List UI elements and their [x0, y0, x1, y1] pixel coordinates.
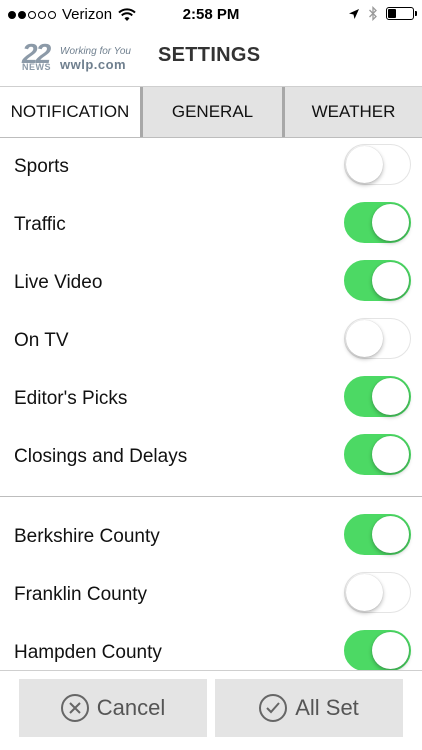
toggle-closings-and-delays[interactable] — [344, 434, 411, 475]
setting-row-closings-and-delays: Closings and Delays — [0, 428, 422, 486]
setting-row-sports: Sports — [0, 138, 422, 196]
cancel-label: Cancel — [96, 695, 166, 720]
setting-label: Closings and Delays — [14, 446, 188, 467]
toggle-franklin-county[interactable] — [344, 572, 411, 613]
toggle-traffic[interactable] — [344, 202, 411, 243]
toggle-knob — [372, 435, 409, 473]
section-divider — [0, 496, 422, 497]
cancel-x-icon — [60, 694, 89, 722]
tab-general[interactable]: GENERAL — [140, 87, 282, 137]
toggle-editors-picks[interactable] — [344, 376, 411, 417]
toggle-knob — [346, 574, 383, 611]
battery-icon — [386, 7, 417, 20]
toggle-hampden-county[interactable] — [344, 630, 411, 670]
all-set-label: All Set — [295, 695, 359, 720]
toggle-sports[interactable] — [344, 144, 411, 185]
location-arrow-icon — [349, 8, 359, 19]
all-set-button[interactable]: All Set — [215, 679, 403, 737]
app-header: 22 NEWS Working for You wwlp.com SETTING… — [0, 30, 422, 85]
settings-list[interactable]: Sports Traffic Live Video On TV Editor's… — [0, 138, 422, 670]
setting-label: Traffic — [14, 214, 66, 235]
settings-tabs: NOTIFICATION GENERAL WEATHER — [0, 86, 422, 138]
footer-bar: Cancel All Set — [0, 670, 422, 750]
toggle-live-video[interactable] — [344, 260, 411, 301]
setting-label: Berkshire County — [14, 526, 160, 547]
setting-label: On TV — [14, 330, 69, 351]
logo-url: wwlp.com — [60, 57, 127, 72]
setting-row-berkshire-county: Berkshire County — [0, 508, 422, 566]
setting-row-franklin-county: Franklin County — [0, 566, 422, 624]
toggle-berkshire-county[interactable] — [344, 514, 411, 555]
toggle-knob — [372, 377, 409, 415]
toggle-knob — [372, 203, 409, 241]
toggle-knob — [346, 320, 383, 357]
setting-label: Franklin County — [14, 584, 148, 605]
status-right — [348, 6, 417, 21]
status-bar: Verizon 2:58 PM — [0, 0, 422, 30]
toggle-on-tv[interactable] — [344, 318, 411, 359]
setting-label: Live Video — [14, 272, 103, 293]
setting-row-editors-picks: Editor's Picks — [0, 370, 422, 428]
checkmark-icon — [259, 694, 288, 722]
toggle-knob — [372, 261, 409, 299]
logo-news: NEWS — [22, 62, 51, 72]
setting-row-on-tv: On TV — [0, 312, 422, 370]
setting-label: Editor's Picks — [14, 388, 128, 409]
tab-weather[interactable]: WEATHER — [282, 87, 422, 137]
setting-row-traffic: Traffic — [0, 196, 422, 254]
setting-row-hampden-county: Hampden County — [0, 624, 422, 670]
setting-label: Hampden County — [14, 642, 162, 663]
bluetooth-icon — [369, 6, 377, 21]
toggle-knob — [372, 631, 409, 669]
page-title: SETTINGS — [158, 44, 261, 66]
tab-notification[interactable]: NOTIFICATION — [0, 87, 140, 137]
setting-label: Sports — [14, 156, 69, 177]
setting-row-live-video: Live Video — [0, 254, 422, 312]
station-logo: 22 NEWS Working for You wwlp.com — [22, 40, 140, 74]
battery-level — [388, 9, 396, 18]
logo-tagline: Working for You — [60, 46, 131, 57]
toggle-knob — [372, 515, 409, 553]
toggle-knob — [346, 146, 383, 183]
cancel-button[interactable]: Cancel — [19, 679, 207, 737]
